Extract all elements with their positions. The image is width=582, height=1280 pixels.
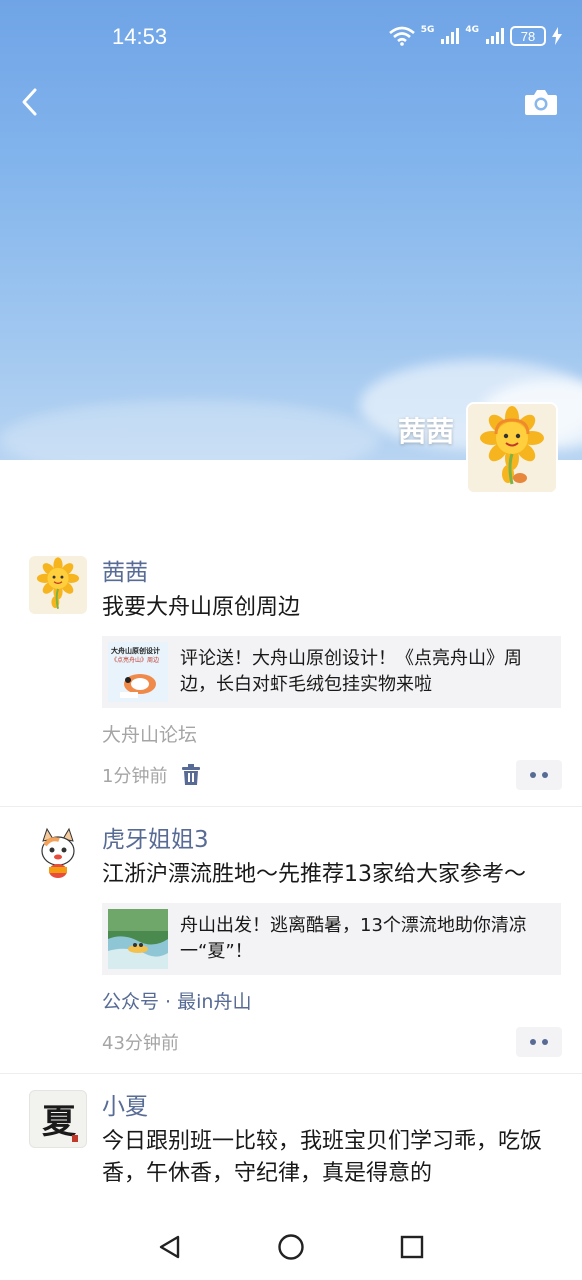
thumb-title-text: 大舟山原创设计 [111, 646, 160, 655]
share-thumbnail: 大舟山原创设计 《点亮舟山》周边 [108, 642, 168, 702]
signal-5g-icon [441, 28, 460, 44]
post-author[interactable]: 虎牙姐姐3 [102, 823, 562, 857]
sunflower-avatar-icon [29, 556, 87, 614]
post-meta: 43分钟前 [102, 1027, 562, 1057]
dot-icon [530, 772, 536, 778]
back-button[interactable] [16, 86, 44, 118]
owner-avatar[interactable] [466, 402, 558, 494]
share-title: 舟山出发！逃离酷暑，13个漂流地助你清凉一“夏”！ [180, 915, 527, 962]
dot-icon [530, 1039, 536, 1045]
rafting-thumbnail-icon [108, 909, 168, 969]
chevron-left-icon [22, 88, 37, 116]
moments-feed: 茜茜 我要大舟山原创周边 大舟山原创设计 《点亮舟山》周边 评论送！大舟山原创设… [0, 540, 582, 1206]
nav-home-icon[interactable] [277, 1233, 305, 1261]
nav-back-icon[interactable] [157, 1234, 183, 1260]
network-5g-label: 5G [420, 24, 435, 35]
shrimp-plush-thumbnail-icon: 大舟山原创设计 《点亮舟山》周边 [108, 642, 168, 702]
share-thumbnail [108, 909, 168, 969]
post-author[interactable]: 小夏 [102, 1090, 562, 1124]
status-time: 14:53 [112, 24, 168, 49]
post-time: 43分钟前 [102, 1033, 179, 1054]
post-time: 1分钟前 [102, 766, 168, 787]
post-source[interactable]: 大舟山论坛 [102, 722, 562, 748]
more-actions-button[interactable] [516, 760, 562, 790]
network-4g-label: 4G [465, 24, 479, 35]
post-item: 夏 小夏 今日跟别班一比较，我班宝贝们学习乖，吃饭香，午休香，守纪律，真是得意的 [0, 1074, 582, 1206]
dot-icon [542, 772, 548, 778]
battery-level: 78 [520, 28, 536, 44]
share-card[interactable]: 舟山出发！逃离酷暑，13个漂流地助你清凉一“夏”！ [102, 903, 561, 975]
calligraphy-avatar-icon: 夏 [42, 1102, 78, 1142]
signal-4g-icon [486, 28, 504, 44]
share-title: 评论送！大舟山原创设计！《点亮舟山》周边，长白对虾毛绒包挂实物来啦 [180, 648, 522, 695]
charging-icon [552, 27, 562, 45]
camera-icon [525, 90, 557, 115]
share-card[interactable]: 大舟山原创设计 《点亮舟山》周边 评论送！大舟山原创设计！《点亮舟山》周边，长白… [102, 636, 561, 708]
post-item: 茜茜 我要大舟山原创周边 大舟山原创设计 《点亮舟山》周边 评论送！大舟山原创设… [0, 540, 582, 807]
post-content: 今日跟别班一比较，我班宝贝们学习乖，吃饭香，午休香，守纪律，真是得意的 [102, 1129, 543, 1186]
status-bar: 14:53 5G 4G 78 [0, 20, 582, 56]
post-avatar[interactable] [29, 823, 87, 881]
cover-photo[interactable] [0, 0, 582, 460]
dot-icon [542, 1039, 548, 1045]
post-source[interactable]: 公众号 · 最in舟山 [102, 989, 562, 1015]
wifi-icon [388, 26, 415, 46]
more-actions-button[interactable] [516, 1027, 562, 1057]
cartoon-cat-avatar-icon [29, 823, 87, 881]
post-content: 我要大舟山原创周边 [102, 595, 301, 620]
battery-icon: 78 [510, 26, 546, 46]
avatar-glyph: 夏 [42, 1102, 77, 1142]
post-content: 江浙沪漂流胜地～先推荐13家给大家参考～ [102, 862, 526, 887]
system-nav-bar [0, 1214, 582, 1280]
owner-name[interactable]: 茜茜 [398, 410, 454, 450]
post-avatar[interactable]: 夏 [29, 1090, 87, 1148]
camera-button[interactable] [524, 88, 558, 116]
post-item: 虎牙姐姐3 江浙沪漂流胜地～先推荐13家给大家参考～ 舟山出发！逃离酷暑，13个… [0, 807, 582, 1074]
sunflower-avatar-icon [468, 404, 556, 492]
nav-recents-icon[interactable] [399, 1234, 425, 1260]
post-author[interactable]: 茜茜 [102, 556, 562, 590]
post-avatar[interactable] [29, 556, 87, 614]
post-meta: 1分钟前 [102, 760, 562, 790]
trash-icon[interactable] [181, 764, 201, 786]
thumb-subtitle-text: 《点亮舟山》周边 [111, 656, 159, 664]
